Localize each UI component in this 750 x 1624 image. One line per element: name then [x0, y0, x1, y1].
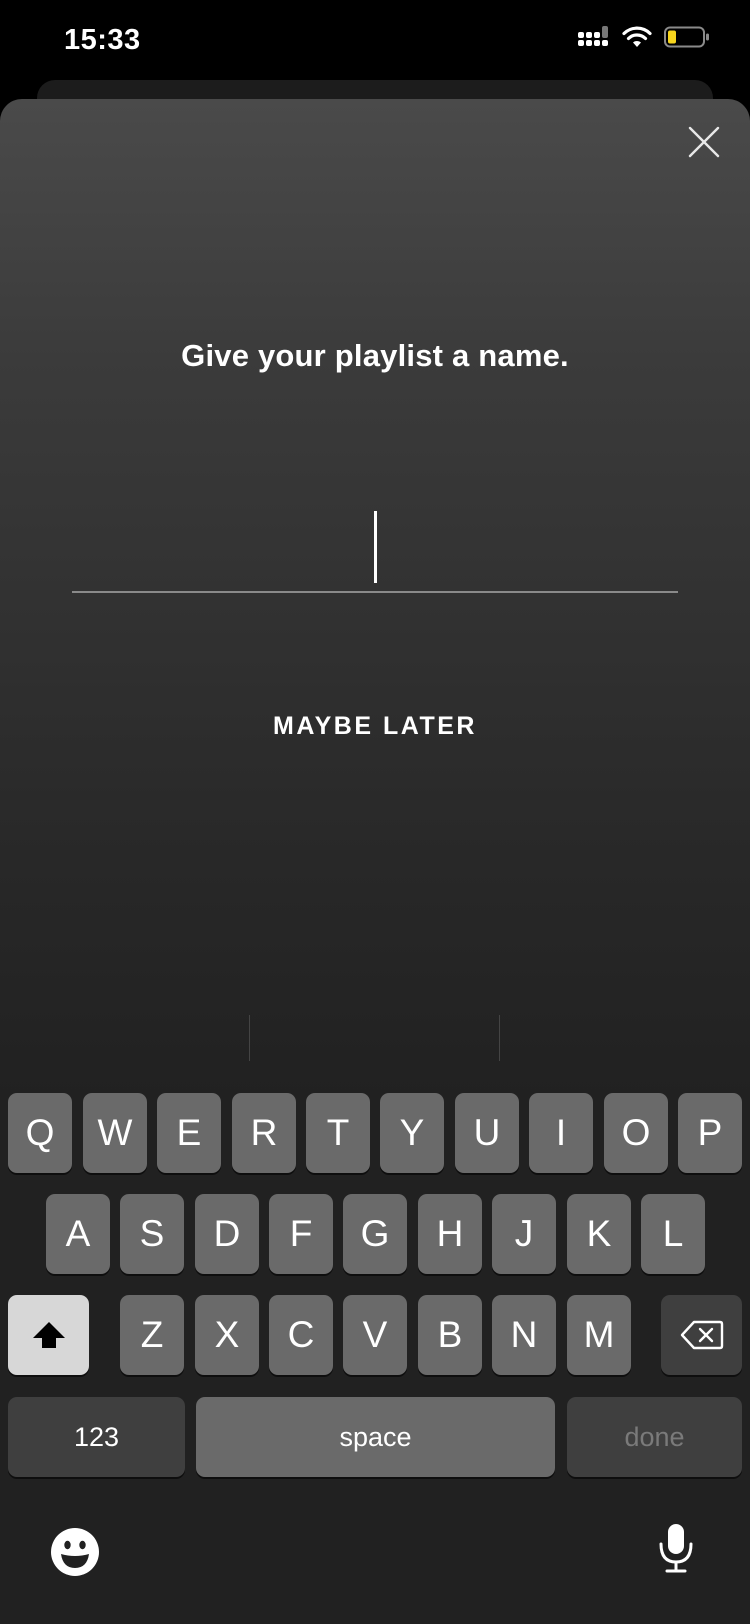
key-l[interactable]: L: [641, 1194, 705, 1274]
key-r[interactable]: R: [232, 1093, 296, 1173]
key-p[interactable]: P: [678, 1093, 742, 1173]
key-s[interactable]: S: [120, 1194, 184, 1274]
status-bar: 15:33: [0, 0, 750, 84]
key-m[interactable]: M: [567, 1295, 631, 1375]
maybe-later-button[interactable]: MAYBE LATER: [0, 712, 750, 741]
delete-key[interactable]: [661, 1295, 742, 1375]
key-v[interactable]: V: [343, 1295, 407, 1375]
key-o[interactable]: O: [604, 1093, 668, 1173]
key-u[interactable]: U: [455, 1093, 519, 1173]
status-time: 15:33: [64, 24, 141, 56]
key-x[interactable]: X: [195, 1295, 259, 1375]
backspace-icon: [680, 1320, 723, 1350]
done-key[interactable]: done: [567, 1397, 742, 1477]
key-a[interactable]: A: [46, 1194, 110, 1274]
shift-key[interactable]: [8, 1295, 89, 1375]
key-i[interactable]: I: [529, 1093, 593, 1173]
key-j[interactable]: J: [492, 1194, 556, 1274]
wifi-icon: [622, 26, 652, 47]
numbers-key[interactable]: 123: [8, 1397, 185, 1477]
prediction-divider: [249, 1015, 250, 1061]
dialog-title: Give your playlist a name.: [181, 338, 569, 373]
key-d[interactable]: D: [195, 1194, 259, 1274]
shift-arrow-icon: [32, 1322, 65, 1348]
microphone-icon[interactable]: [658, 1522, 694, 1574]
key-e[interactable]: E: [157, 1093, 221, 1173]
key-g[interactable]: G: [343, 1194, 407, 1274]
status-icons: [578, 26, 710, 48]
key-y[interactable]: Y: [380, 1093, 444, 1173]
keyboard: Q W E R T Y U I O P A S D F G H J K L Z …: [0, 1090, 750, 1624]
key-t[interactable]: T: [306, 1093, 370, 1173]
battery-icon: [664, 26, 709, 48]
space-key[interactable]: space: [196, 1397, 555, 1477]
text-caret: [374, 511, 377, 583]
key-b[interactable]: B: [418, 1295, 482, 1375]
key-c[interactable]: C: [269, 1295, 333, 1375]
close-icon[interactable]: [686, 124, 722, 160]
key-f[interactable]: F: [269, 1194, 333, 1274]
predictive-text-bar: [0, 1010, 750, 1070]
key-q[interactable]: Q: [8, 1093, 72, 1173]
key-n[interactable]: N: [492, 1295, 556, 1375]
key-h[interactable]: H: [418, 1194, 482, 1274]
key-k[interactable]: K: [567, 1194, 631, 1274]
emoji-icon[interactable]: [50, 1527, 100, 1577]
key-w[interactable]: W: [83, 1093, 147, 1173]
playlist-name-field: [72, 505, 678, 595]
cellular-signal-icon: [578, 26, 608, 46]
key-z[interactable]: Z: [120, 1295, 184, 1375]
prediction-divider: [499, 1015, 500, 1061]
